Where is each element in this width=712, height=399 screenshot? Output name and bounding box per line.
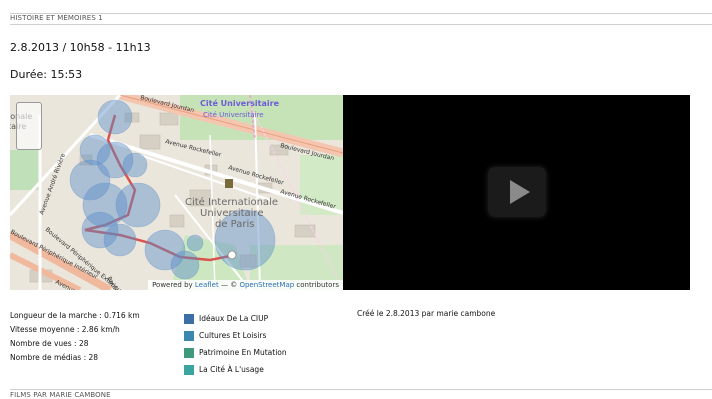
map-attribution: Powered by Leaflet — © OpenStreetMap con… xyxy=(148,280,343,290)
date-time: 2.8.2013 / 10h58 - 11h13 xyxy=(10,41,151,54)
map-zoom-control[interactable] xyxy=(16,102,42,150)
map-label-cite-universitaire-sub: Cité Universitaire xyxy=(203,111,264,119)
tag-label: La Cité À L'usage xyxy=(199,365,264,374)
top-divider xyxy=(10,13,712,14)
attribution-separator: — © xyxy=(220,281,238,289)
walk-stats: Longueur de la marche : 0.716 km Vitesse… xyxy=(10,309,140,365)
footer-divider xyxy=(10,389,712,390)
map-label-cite-universitaire: Cité Universitaire xyxy=(200,98,280,108)
play-icon xyxy=(510,180,530,204)
section-title: HISTOIRE ET MÉMOIRES 1 xyxy=(10,14,103,22)
attribution-contributors: contributors xyxy=(296,281,339,289)
media-count: Nombre de médias : 28 xyxy=(10,353,99,362)
created-info: Créé le 2.8.2013 par marie cambone xyxy=(357,309,496,318)
footer-section-title: FILMS PAR MARIE CAMBONE xyxy=(10,391,111,399)
duration: Durée: 15:53 xyxy=(10,68,83,81)
average-speed: Vitesse moyenne : 2.86 km/h xyxy=(10,325,120,334)
play-button[interactable] xyxy=(488,167,546,217)
view-count: Nombre de vues : 28 xyxy=(10,339,89,348)
attribution-powered-by: Powered by xyxy=(152,281,193,289)
tag-swatch xyxy=(184,364,194,375)
tag-patrimoine[interactable]: Patrimoine En Mutation xyxy=(184,344,287,361)
tag-swatch xyxy=(184,313,194,324)
theme-tags: Idéaux De La CIUP Cultures Et Loisirs Pa… xyxy=(184,310,287,378)
map-label-cite-line2: Universitaire xyxy=(200,208,263,219)
tag-swatch xyxy=(184,330,194,341)
walk-length: Longueur de la marche : 0.716 km xyxy=(10,311,140,320)
video-player[interactable] xyxy=(343,95,690,290)
map-tiles: Cité Universitaire Cité Universitaire Bo… xyxy=(10,95,343,290)
map-label-cite-line3: de Paris xyxy=(215,219,255,230)
leaflet-link[interactable]: Leaflet xyxy=(195,281,219,289)
openstreetmap-link[interactable]: OpenStreetMap xyxy=(239,281,294,289)
tag-cultures[interactable]: Cultures Et Loisirs xyxy=(184,327,287,344)
tag-label: Idéaux De La CIUP xyxy=(199,314,269,323)
walk-map[interactable]: Cité Universitaire Cité Universitaire Bo… xyxy=(10,95,343,290)
tag-swatch xyxy=(184,347,194,358)
map-label-cite-line1: Cité Internationale xyxy=(185,196,278,208)
monument-icon xyxy=(225,179,233,188)
tag-label: Patrimoine En Mutation xyxy=(199,348,287,357)
tag-cite-usage[interactable]: La Cité À L'usage xyxy=(184,361,287,378)
tag-ideaux[interactable]: Idéaux De La CIUP xyxy=(184,310,287,327)
section-divider xyxy=(10,24,712,25)
tag-label: Cultures Et Loisirs xyxy=(199,331,267,340)
